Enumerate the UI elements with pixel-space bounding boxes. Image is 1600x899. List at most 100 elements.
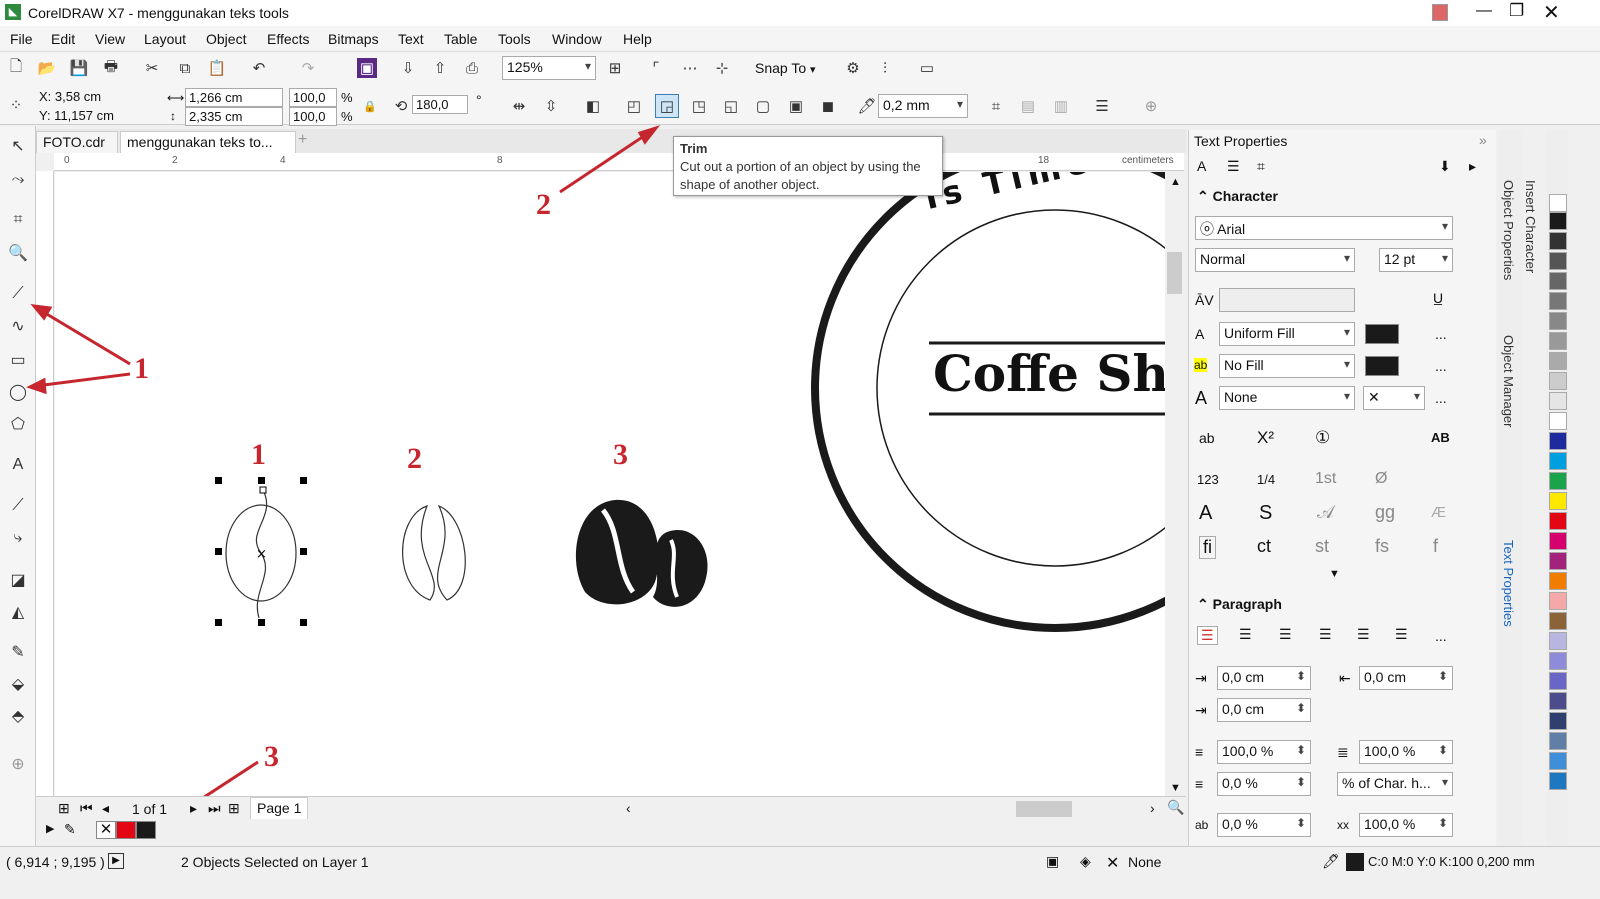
outline-color-select[interactable]: ✕ ▾ — [1363, 386, 1425, 410]
magenta-swatch[interactable] — [1549, 532, 1567, 550]
white-swatch[interactable] — [1549, 412, 1567, 430]
menu-tools[interactable]: Tools — [498, 28, 531, 50]
app-launcher-icon[interactable]: ▣ — [357, 58, 377, 78]
combine-icon[interactable]: ◧ — [583, 96, 603, 116]
artistic-media-tool-icon[interactable]: ∿ — [6, 314, 30, 338]
gray80-swatch[interactable] — [1549, 252, 1567, 270]
frame-tab-icon[interactable]: ⌗ — [1257, 158, 1265, 175]
glyph-circled[interactable]: ① — [1315, 428, 1330, 448]
align-right-icon[interactable]: ☰ — [1319, 626, 1332, 643]
no-color-swatch[interactable]: ✕ — [96, 821, 116, 839]
align-center-icon[interactable]: ☰ — [1279, 626, 1292, 643]
mirror-v-icon[interactable]: ⇳ — [541, 96, 561, 116]
tab-menggunakan-teks[interactable]: menggunakan teks to... — [120, 131, 296, 153]
add-tool-icon[interactable]: ⊕ — [6, 752, 30, 776]
pick-tool-icon[interactable]: ↖ — [6, 134, 30, 158]
menu-help[interactable]: Help — [623, 28, 652, 50]
blue-swatch[interactable] — [1549, 432, 1567, 450]
character-tab-icon[interactable]: A — [1197, 158, 1206, 174]
scroll-down-icon[interactable]: ▼ — [1170, 782, 1181, 794]
glyph-ab[interactable]: ab — [1199, 430, 1215, 446]
restore-button[interactable]: ❐ — [1509, 1, 1524, 21]
more-dots[interactable]: ... — [1435, 358, 1447, 374]
glyph-f[interactable]: f — [1433, 536, 1438, 557]
word-spacing-field[interactable]: 100,0 % ⬍ — [1359, 813, 1453, 837]
glyph-superscript[interactable]: X² — [1257, 428, 1274, 448]
docker-menu-icon[interactable]: ▸ — [1469, 158, 1476, 175]
glyph-fi[interactable]: fi — [1199, 536, 1216, 559]
scroll-up-icon[interactable]: ▲ — [1170, 176, 1181, 188]
right-indent-field[interactable]: 0,0 cm ⬍ — [1359, 666, 1453, 690]
spacing-unit-select[interactable]: % of Char. h... ▾ — [1337, 772, 1453, 796]
slate-swatch[interactable] — [1549, 692, 1567, 710]
glyph-a[interactable]: A — [1199, 502, 1212, 525]
eyedropper-tool-icon[interactable]: ✎ — [6, 640, 30, 664]
shape-tool-icon[interactable]: ⤳ — [6, 168, 30, 192]
status-play-icon[interactable]: ▶ — [108, 853, 124, 869]
hscroll-thumb[interactable] — [1016, 801, 1072, 817]
tab-object-properties[interactable]: Object Properties — [1501, 180, 1516, 280]
lavender-swatch[interactable] — [1549, 632, 1567, 650]
rotation-field[interactable]: 180,0 — [412, 95, 468, 114]
open-icon[interactable]: 📂 — [37, 58, 57, 78]
page-tab[interactable]: Page 1 — [250, 797, 309, 819]
palette-menu-icon[interactable]: ▶ — [46, 822, 54, 835]
line-spacing-field[interactable]: 100,0 % ⬍ — [1359, 740, 1453, 764]
more-dots[interactable]: ... — [1435, 628, 1447, 644]
glyph-slashed-zero[interactable]: Ø — [1375, 470, 1387, 488]
first-page-icon[interactable]: ⏮ — [80, 800, 93, 817]
scale-x-field[interactable]: 100,0 — [289, 88, 337, 107]
glyph-allcaps[interactable]: AB — [1431, 430, 1450, 445]
minimize-button[interactable]: — — [1476, 2, 1492, 20]
menu-edit[interactable]: Edit — [51, 28, 75, 50]
height-field[interactable]: 2,335 cm — [185, 107, 283, 126]
coffee-beans-filled[interactable] — [575, 499, 708, 607]
font-style-select[interactable]: Normal ▾ — [1195, 248, 1355, 272]
docker-option-icon[interactable]: ⬇ — [1439, 158, 1451, 175]
menu-object[interactable]: Object — [206, 28, 246, 50]
yellow-swatch[interactable] — [1549, 492, 1567, 510]
bean-outline-selected[interactable]: × — [215, 477, 307, 626]
bean-trimmed[interactable] — [402, 504, 466, 601]
intersect-icon[interactable]: ◳ — [689, 96, 709, 116]
gray40-swatch[interactable] — [1549, 332, 1567, 350]
horizontal-ruler[interactable]: 0 2 4 8 18 centimeters — [54, 153, 1184, 171]
text-fill-select[interactable]: Uniform Fill ▾ — [1219, 322, 1355, 346]
gray70-swatch[interactable] — [1549, 272, 1567, 290]
y-position-field[interactable]: Y: 11,157 cm — [36, 107, 150, 126]
red-swatch[interactable] — [116, 821, 136, 839]
gray20-swatch[interactable] — [1549, 372, 1567, 390]
character-section-header[interactable]: ⌃ Character — [1197, 188, 1278, 205]
launch-icon[interactable]: ▭ — [917, 58, 937, 78]
last-page-icon[interactable]: ⏭ — [208, 800, 221, 817]
options-icon[interactable]: ⚙ — [843, 58, 863, 78]
menu-file[interactable]: File — [10, 28, 33, 50]
cyan-swatch[interactable] — [1549, 452, 1567, 470]
align-icon[interactable]: ⫶ — [875, 58, 895, 78]
black-swatch[interactable] — [136, 821, 156, 839]
freehand-tool-icon[interactable]: ⟋ — [6, 282, 30, 306]
group-icon[interactable]: ▤ — [1018, 96, 1038, 116]
orange-swatch[interactable] — [1549, 572, 1567, 590]
create-boundary-icon[interactable]: ⌗ — [986, 96, 1006, 116]
polygon-tool-icon[interactable]: ⬠ — [6, 412, 30, 436]
back-minus-front-icon[interactable]: ▣ — [786, 96, 806, 116]
wrap-text-icon[interactable]: ☰ — [1092, 96, 1112, 116]
trim-icon[interactable]: ◲ — [655, 94, 679, 118]
glyph-st[interactable]: st — [1315, 536, 1329, 557]
print-icon[interactable]: 🖶 — [101, 58, 121, 78]
scale-y-field[interactable]: 100,0 — [289, 107, 337, 126]
new-tab-icon[interactable]: + — [298, 131, 307, 149]
simplify-icon[interactable]: ◱ — [721, 96, 741, 116]
more-dots[interactable]: ... — [1435, 326, 1447, 342]
snap-to-button[interactable]: Snap To ▾ — [755, 60, 816, 76]
rulers-icon[interactable]: ⌜ — [646, 58, 666, 78]
drawing-canvas[interactable]: × Is Time To Co Coffe Shc 1 2 3 — [55, 172, 1165, 796]
align-none-icon[interactable]: ☰ — [1197, 626, 1218, 645]
scroll-thumb[interactable] — [1167, 252, 1182, 294]
prev-page-icon[interactable]: ◂ — [102, 800, 109, 817]
glyph-fs[interactable]: fs — [1375, 536, 1389, 557]
tab-text-properties[interactable]: Text Properties — [1501, 540, 1516, 627]
red-swatch[interactable] — [1549, 512, 1567, 530]
add-page-icon[interactable]: ⊞ — [58, 800, 70, 817]
